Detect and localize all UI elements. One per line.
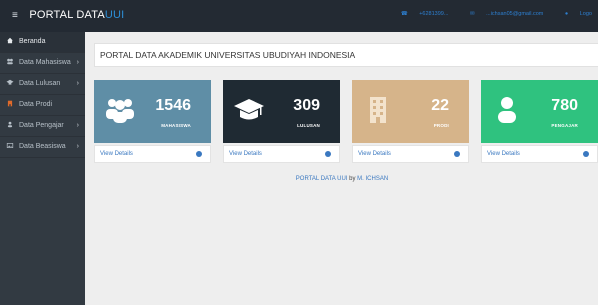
view-details-prodi[interactable]: View Details bbox=[352, 145, 469, 163]
sidebar-item-data-lulusan[interactable]: Data Lulusan › bbox=[0, 74, 85, 95]
users-icon bbox=[7, 58, 13, 65]
stat-card-lulusan: 309 LULUSAN bbox=[223, 80, 340, 143]
sidebar-item-label: Data Mahasiswa bbox=[19, 59, 71, 66]
brand-title: PORTAL DATA bbox=[29, 9, 105, 21]
stat-label: MAHASISWA bbox=[161, 123, 191, 128]
sidebar-item-beranda[interactable]: Beranda bbox=[0, 32, 85, 53]
home-icon bbox=[7, 37, 13, 44]
view-details-link[interactable]: View Details bbox=[487, 151, 520, 157]
main-content: PORTAL DATA AKADEMIK UNIVERSITAS UBUDIYA… bbox=[86, 32, 598, 305]
building-icon bbox=[7, 100, 13, 107]
view-details-mahasiswa[interactable]: View Details bbox=[94, 145, 211, 163]
graduation-cap-icon bbox=[234, 99, 264, 120]
stat-card-mahasiswa: 1546 MAHASISWA bbox=[94, 80, 211, 143]
footer-by: by bbox=[349, 176, 356, 182]
view-details-pengajar[interactable]: View Details bbox=[481, 145, 598, 163]
chevron-right-icon: › bbox=[76, 122, 79, 129]
users-icon bbox=[106, 99, 134, 123]
sidebar-item-label: Data Pengajar bbox=[19, 122, 64, 129]
footer: PORTAL DATA UUI by M. ICHSAN bbox=[86, 176, 598, 182]
stat-value: 309 bbox=[293, 97, 320, 114]
stat-value: 22 bbox=[431, 97, 449, 114]
sidebar-item-data-prodi[interactable]: Data Prodi bbox=[0, 95, 85, 116]
footer-author[interactable]: M. ICHSAN bbox=[357, 176, 388, 182]
user-icon bbox=[498, 97, 516, 123]
sidebar-item-label: Beranda bbox=[19, 38, 46, 45]
chevron-right-icon: › bbox=[76, 80, 79, 87]
page-title: PORTAL DATA AKADEMIK UNIVERSITAS UBUDIYA… bbox=[100, 50, 356, 60]
sidebar: Beranda Data Mahasiswa › Data Lulusan › Da… bbox=[0, 32, 85, 305]
top-links: ☎ +6281399... ✉ ...ichsan05@gmail.com ● … bbox=[381, 11, 592, 17]
circle-arrow-right-icon bbox=[325, 151, 331, 157]
sidebar-item-data-beasiswa[interactable]: Data Beasiswa › bbox=[0, 137, 85, 158]
sidebar-item-data-mahasiswa[interactable]: Data Mahasiswa › bbox=[0, 53, 85, 74]
chevron-right-icon: › bbox=[76, 143, 79, 150]
hamburger-icon[interactable]: ≡ bbox=[12, 10, 18, 21]
phone-icon: ☎ bbox=[400, 11, 408, 17]
stat-label: PRODI bbox=[433, 123, 449, 128]
page-header: PORTAL DATA AKADEMIK UNIVERSITAS UBUDIYA… bbox=[94, 43, 598, 67]
email-link[interactable]: ✉ ...ichsan05@gmail.com bbox=[460, 11, 543, 17]
view-details-link[interactable]: View Details bbox=[358, 151, 391, 157]
brand[interactable]: ≡ PORTAL DATAUUI bbox=[12, 9, 124, 21]
user-icon: ● bbox=[564, 11, 569, 17]
envelope-icon: ✉ bbox=[469, 11, 475, 17]
sidebar-item-label: Data Beasiswa bbox=[19, 143, 66, 150]
stat-value: 780 bbox=[551, 97, 578, 114]
top-navbar: ≡ PORTAL DATAUUI ☎ +6281399... ✉ ...ichs… bbox=[0, 0, 598, 32]
building-icon bbox=[370, 97, 386, 123]
stat-card-pengajar: 780 PENGAJAR bbox=[481, 80, 598, 143]
view-details-link[interactable]: View Details bbox=[100, 151, 133, 157]
view-details-link[interactable]: View Details bbox=[229, 151, 262, 157]
sidebar-item-data-pengajar[interactable]: Data Pengajar › bbox=[0, 116, 85, 137]
sidebar-item-label: Data Lulusan bbox=[19, 80, 61, 87]
stat-label: PENGAJAR bbox=[551, 123, 578, 128]
circle-arrow-right-icon bbox=[196, 151, 202, 157]
stat-value: 1546 bbox=[155, 97, 191, 114]
email-text: ...ichsan05@gmail.com bbox=[486, 11, 544, 17]
view-details-lulusan[interactable]: View Details bbox=[223, 145, 340, 163]
chevron-right-icon: › bbox=[76, 59, 79, 66]
image-icon bbox=[6, 143, 14, 148]
user-icon bbox=[7, 121, 13, 128]
brand-highlight: UUI bbox=[104, 9, 125, 21]
sidebar-item-label: Data Prodi bbox=[19, 101, 53, 108]
circle-arrow-right-icon bbox=[583, 151, 589, 157]
footer-brand[interactable]: PORTAL DATA UUI bbox=[296, 176, 348, 182]
stat-label: LULUSAN bbox=[297, 123, 320, 128]
stat-card-prodi: 22 PRODI bbox=[352, 80, 469, 143]
phone-text: +6281399... bbox=[419, 11, 449, 17]
logout-text: Logo bbox=[579, 11, 592, 17]
circle-arrow-right-icon bbox=[454, 151, 460, 157]
graduation-cap-icon bbox=[6, 79, 14, 85]
phone-link[interactable]: ☎ +6281399... bbox=[391, 11, 449, 17]
logout-link[interactable]: ● Logo bbox=[555, 11, 592, 17]
